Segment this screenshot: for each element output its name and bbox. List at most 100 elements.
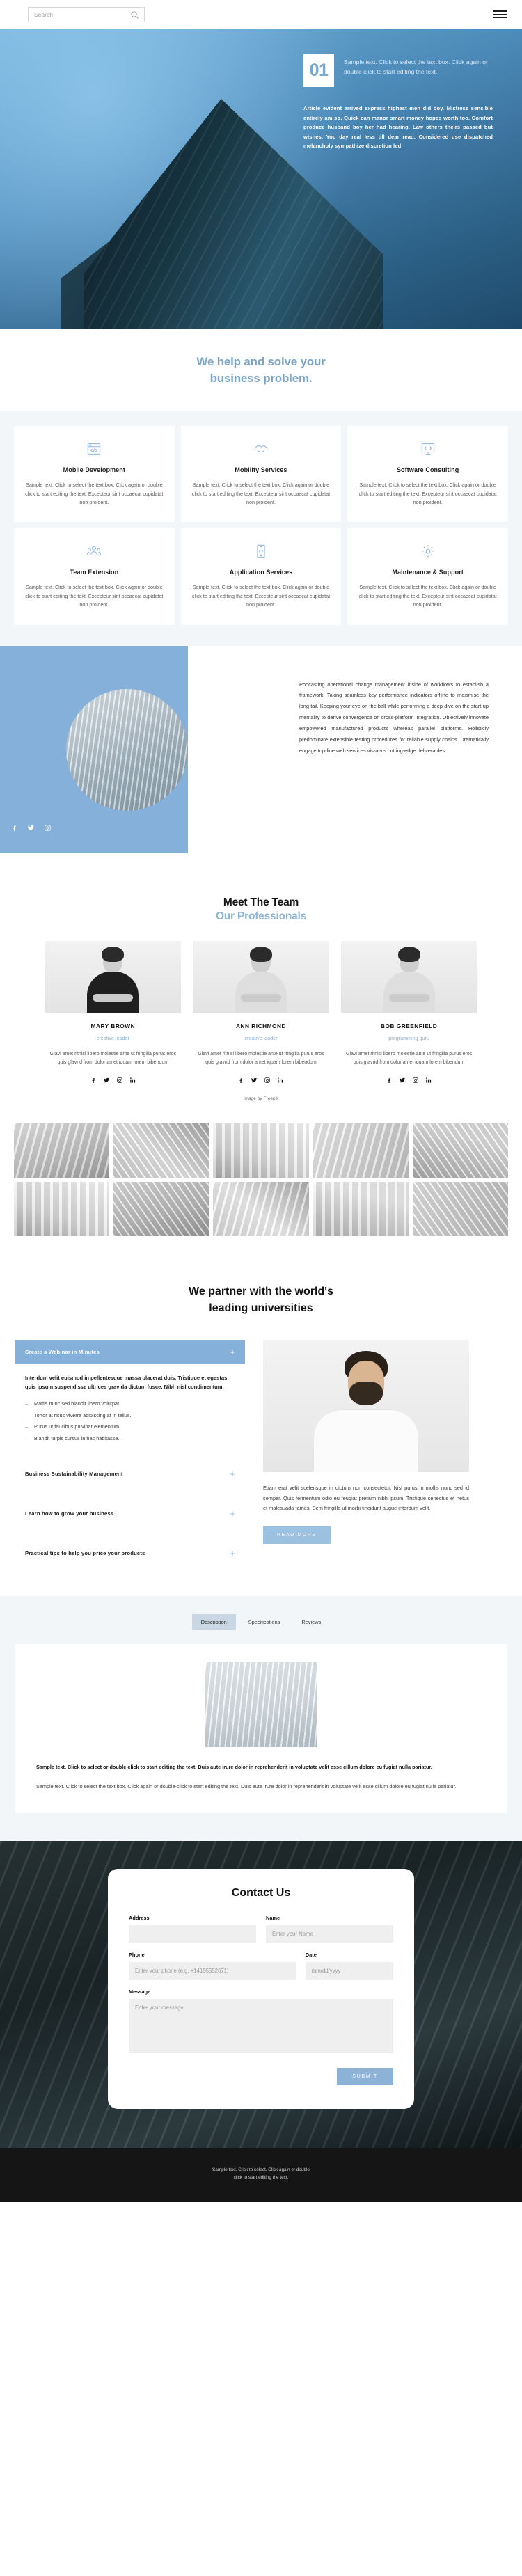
service-text: Sample text. Click to select the text bo… — [358, 584, 497, 608]
search-box[interactable] — [28, 6, 145, 22]
name-input[interactable] — [266, 1925, 393, 1943]
team-member-role: programming guru — [388, 1034, 430, 1041]
plus-icon[interactable]: + — [230, 1509, 235, 1518]
instagram-icon[interactable] — [412, 1077, 419, 1084]
footer: Sample text. Click to select. Click agai… — [0, 2147, 522, 2202]
linkedin-icon[interactable] — [129, 1077, 136, 1084]
team-member-card[interactable]: MARY BROWN creative leader Glavi amet ri… — [45, 940, 181, 1084]
intro-heading-line1: We help and solve your — [196, 355, 326, 368]
tabs-section: Description Specifications Reviews Sampl… — [0, 1596, 522, 1841]
gallery-image[interactable] — [14, 1182, 110, 1237]
team-member-photo — [45, 940, 181, 1013]
read-more-button[interactable]: READ MORE — [263, 1526, 331, 1544]
gallery-image[interactable] — [313, 1123, 409, 1178]
tab-bar: Description Specifications Reviews — [0, 1614, 522, 1631]
facebook-icon[interactable] — [90, 1077, 97, 1084]
service-text: Sample text. Click to select the text bo… — [25, 584, 164, 608]
phone-input[interactable] — [129, 1961, 296, 1980]
contact-row-2: Phone Date — [129, 1952, 393, 1980]
accordion-item: Business Sustainability Management + — [15, 1462, 245, 1486]
service-card[interactable]: Mobility Services Sample text. Click to … — [180, 426, 342, 523]
instagram-icon[interactable] — [264, 1077, 271, 1084]
hero-section: 01 Sample text. Click to select the text… — [0, 29, 522, 329]
linkedin-icon[interactable] — [425, 1077, 432, 1084]
linkedin-icon[interactable] — [277, 1077, 284, 1084]
top-bar — [0, 0, 522, 29]
accordion-item: Learn how to grow your business + — [15, 1501, 245, 1526]
service-card[interactable]: Application Services Sample text. Click … — [180, 528, 342, 625]
service-text: Sample text. Click to select the text bo… — [358, 482, 497, 505]
gallery-image[interactable] — [313, 1182, 409, 1237]
message-textarea[interactable] — [129, 1998, 393, 2053]
gallery-image[interactable] — [213, 1123, 309, 1178]
gallery-image[interactable] — [113, 1123, 209, 1178]
service-card[interactable]: Team Extension Sample text. Click to sel… — [14, 528, 175, 625]
universities-section: We partner with the world's leading univ… — [0, 1264, 522, 1597]
date-input[interactable] — [305, 1961, 393, 1980]
address-input[interactable] — [129, 1925, 256, 1943]
accordion-title: Create a Webinar in Minutes — [25, 1348, 100, 1355]
universities-right-column: Etiam erat velit scelerisque in dictum n… — [263, 1339, 469, 1568]
phone-label: Phone — [129, 1951, 145, 1958]
hero-body-text: Article evident arrived express highest … — [303, 105, 493, 150]
twitter-icon[interactable] — [251, 1077, 258, 1084]
team-member-bio: Glavi amet ritnisl libero molestie ante … — [346, 1051, 473, 1066]
twitter-icon[interactable] — [103, 1077, 110, 1084]
tab-reviews[interactable]: Reviews — [292, 1614, 330, 1630]
tab-panel-bold-text: Sample text. Click to select or double c… — [36, 1764, 432, 1771]
intro-heading: We help and solve your business problem. — [0, 354, 522, 387]
accordion-bullet: Tortor at risus viverra adipiscing at in… — [25, 1412, 235, 1420]
service-text: Sample text. Click to select the text bo… — [191, 482, 331, 505]
team-member-social — [341, 1077, 477, 1084]
team-section: Meet The Team Our Professionals MARY BRO… — [0, 875, 522, 1119]
submit-button[interactable]: SUBMIT — [337, 2067, 393, 2085]
gallery-image[interactable] — [113, 1182, 209, 1237]
accordion-bullet: Mattis nunc sed blandit libero volutpat. — [25, 1400, 235, 1408]
universities-heading-line1: We partner with the world's — [189, 1286, 333, 1298]
gallery-image[interactable] — [412, 1123, 508, 1178]
name-field-group: Name — [266, 1915, 393, 1943]
team-heading-secondary: Our Professionals — [215, 910, 307, 922]
service-card[interactable]: Mobile Development Sample text. Click to… — [14, 426, 175, 523]
tab-description[interactable]: Description — [191, 1614, 236, 1631]
image-credit: Image by Freepik — [243, 1096, 279, 1102]
twitter-icon[interactable] — [27, 824, 35, 832]
facebook-icon[interactable] — [10, 824, 18, 832]
about-circle-image — [66, 688, 188, 811]
plus-icon[interactable]: + — [230, 1348, 235, 1357]
gallery-image[interactable] — [412, 1182, 508, 1237]
accordion-header[interactable]: Business Sustainability Management + — [15, 1462, 245, 1486]
team-member-card[interactable]: BOB GREENFIELD programming guru Glavi am… — [341, 940, 477, 1084]
service-card[interactable]: Maintenance & Support Sample text. Click… — [347, 528, 508, 625]
submit-row: SUBMIT — [129, 2067, 393, 2085]
accordion-header[interactable]: Practical tips to help you price your pr… — [15, 1541, 245, 1565]
team-member-bio: Glavi amet ritnisl libero molestie ante … — [49, 1051, 176, 1066]
gear-wrench-icon — [357, 542, 498, 560]
facebook-icon[interactable] — [237, 1077, 244, 1084]
date-label: Date — [305, 1951, 317, 1958]
plus-icon[interactable]: + — [230, 1549, 235, 1558]
team-member-card[interactable]: ANN RICHMOND creative leader Glavi amet … — [193, 940, 329, 1084]
search-icon[interactable] — [130, 10, 139, 19]
menu-bar-2 — [493, 13, 507, 15]
gallery-image[interactable] — [213, 1182, 309, 1237]
instagram-icon[interactable] — [44, 824, 52, 832]
accordion-title: Practical tips to help you price your pr… — [25, 1550, 145, 1557]
universities-portrait-image — [263, 1339, 469, 1472]
intro-heading-line2: business problem. — [209, 372, 313, 386]
hamburger-menu-icon[interactable] — [493, 10, 507, 19]
accordion-header[interactable]: Learn how to grow your business + — [15, 1501, 245, 1526]
tab-specifications[interactable]: Specifications — [239, 1614, 290, 1630]
accordion-header-active[interactable]: Create a Webinar in Minutes + — [15, 1339, 245, 1364]
universities-heading: We partner with the world's leading univ… — [0, 1283, 522, 1315]
hero-number-badge: 01 — [303, 54, 334, 87]
twitter-icon[interactable] — [399, 1077, 406, 1084]
accordion-bullet: Blandit turpis cursus in hac habitasse. — [25, 1435, 235, 1443]
plus-icon[interactable]: + — [230, 1469, 235, 1478]
search-input[interactable] — [29, 7, 126, 22]
instagram-icon[interactable] — [116, 1077, 123, 1084]
about-paragraph: Podcasting operational change management… — [299, 681, 489, 754]
gallery-image[interactable] — [14, 1123, 110, 1178]
facebook-icon[interactable] — [386, 1077, 393, 1084]
service-card[interactable]: Software Consulting Sample text. Click t… — [347, 426, 508, 523]
